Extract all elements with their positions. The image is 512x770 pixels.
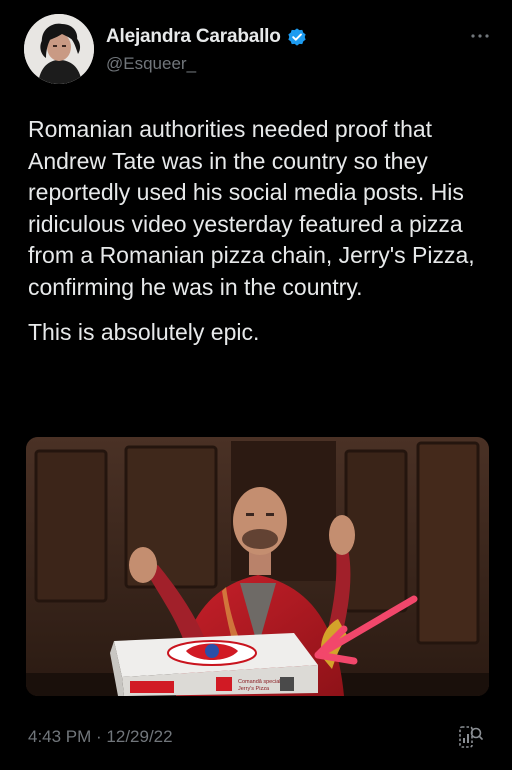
author-handle[interactable]: @Esqueer_ — [106, 54, 196, 74]
author-avatar[interactable] — [24, 14, 94, 84]
pizza-box-text-2: Jerry's Pizza — [238, 686, 270, 692]
tweet-timestamp[interactable]: 4:43 PM · 12/29/22 — [28, 727, 173, 747]
analytics-icon[interactable] — [457, 724, 483, 750]
tweet-header: Alejandra Caraballo @Esqueer_ — [24, 14, 494, 84]
author-display-name[interactable]: Alejandra Caraballo — [106, 26, 281, 48]
tweet-paragraph-1: Romanian authorities needed proof that A… — [28, 116, 475, 300]
avatar-image — [24, 14, 94, 84]
author-name-row[interactable]: Alejandra Caraballo — [106, 26, 307, 48]
media-photo: Comandă specială Jerry's Pizza — [26, 437, 489, 696]
more-options-icon[interactable] — [466, 28, 494, 44]
pizza-box-text-1: Comandă specială — [238, 679, 284, 685]
tweet-paragraph-2: This is absolutely epic. — [28, 319, 260, 345]
tweet-media-image[interactable]: Comandă specială Jerry's Pizza — [26, 437, 489, 696]
tweet-body: Romanian authorities needed proof that A… — [28, 114, 484, 349]
verified-badge-icon — [287, 27, 307, 47]
